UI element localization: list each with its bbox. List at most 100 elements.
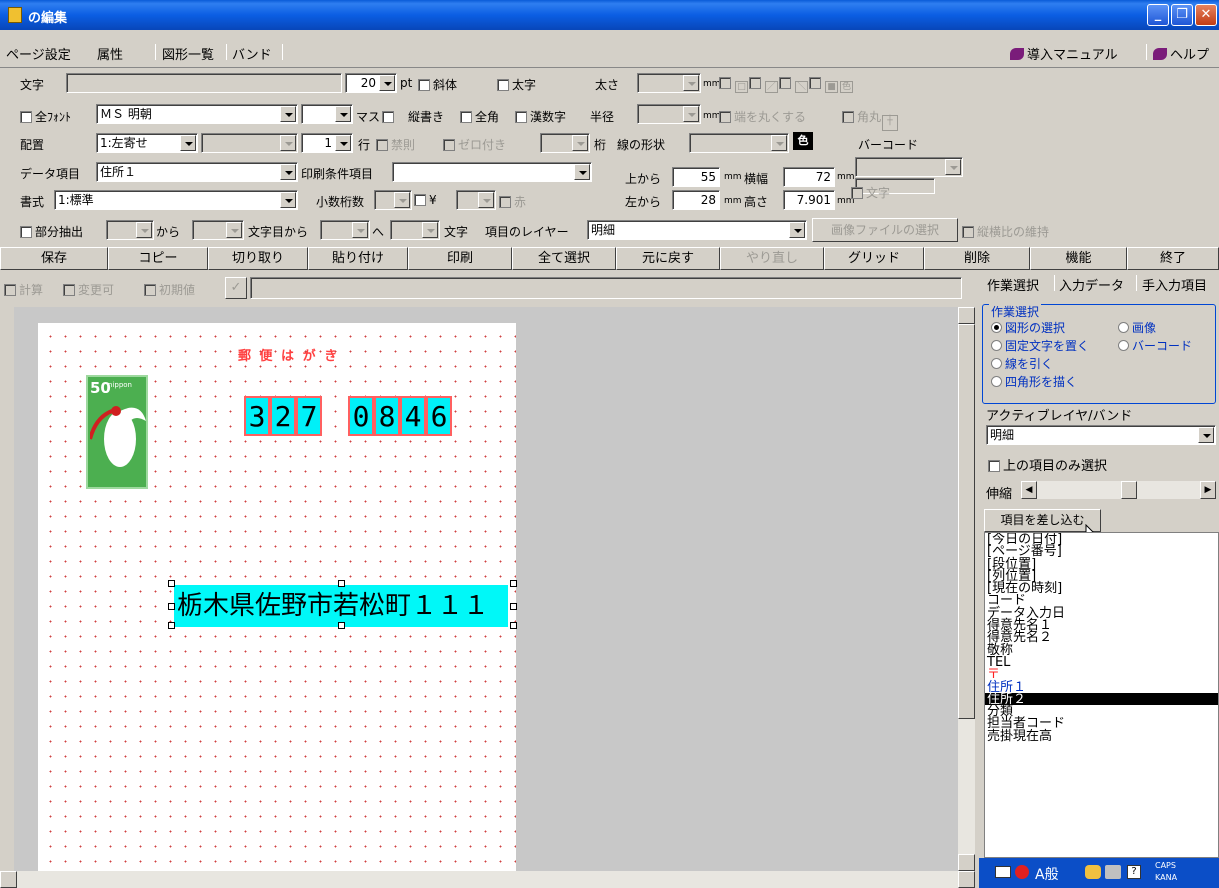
paste-button[interactable]: 貼り付け — [308, 247, 408, 270]
pad-icon[interactable] — [1105, 865, 1121, 879]
list-item[interactable]: TEL — [985, 656, 1218, 669]
align2-select[interactable] — [201, 133, 298, 153]
items-list[interactable]: [今日の日付] [ページ番号] [段位置] [列位置] [現在の時刻] コード … — [984, 532, 1219, 858]
tool-icon[interactable] — [1085, 865, 1101, 879]
top-input[interactable]: 55 — [672, 167, 720, 187]
resize-handle[interactable] — [338, 622, 345, 629]
list-item[interactable]: 得意先名２ — [985, 631, 1218, 644]
resize-handle[interactable] — [168, 622, 175, 629]
tab-input-data[interactable]: 入力データ — [1059, 275, 1124, 294]
left-input[interactable]: 28 — [672, 190, 720, 210]
radio-select-shape[interactable]: 図形の選択 — [991, 319, 1065, 336]
vertical-scrollbar[interactable] — [958, 307, 975, 871]
fullwidth-checkbox[interactable]: 全角 — [460, 108, 499, 125]
save-button[interactable]: 保存 — [0, 247, 108, 270]
formula-input[interactable] — [250, 277, 962, 299]
manual-link[interactable]: 導入マニュアル — [1010, 44, 1118, 63]
help-link[interactable]: ヘルプ — [1153, 44, 1209, 63]
radio-draw-line[interactable]: 線を引く — [991, 355, 1053, 372]
kinsoku-checkbox[interactable]: 禁則 — [376, 136, 415, 153]
scroll-left-icon[interactable] — [0, 871, 17, 888]
changeable-checkbox[interactable]: 変更可 — [63, 281, 114, 298]
list-item[interactable]: 担当者コード — [985, 717, 1218, 730]
horizontal-scrollbar[interactable] — [0, 871, 975, 888]
design-canvas[interactable]: 郵 便 は が き 50 nippon 3 2 7 0 8 4 6 栃木県佐野市… — [14, 307, 958, 871]
list-item[interactable]: [ページ番号] — [985, 545, 1218, 558]
print-cond-select[interactable] — [392, 162, 592, 182]
format-select[interactable]: 1:標準 — [54, 190, 298, 210]
help-icon[interactable]: ? — [1127, 865, 1141, 879]
grid-button[interactable]: グリッド — [824, 247, 924, 270]
resize-handle[interactable] — [168, 603, 175, 610]
tab-manual-items[interactable]: 手入力項目 — [1142, 275, 1207, 294]
stretch-slider[interactable]: ◀ ▶ — [1021, 481, 1216, 499]
check-icon[interactable]: ✓ — [225, 277, 247, 299]
resize-handle[interactable] — [510, 580, 517, 587]
radio-barcode[interactable]: バーコード — [1118, 337, 1192, 354]
color-button[interactable]: 色 — [793, 132, 813, 150]
tab-attributes[interactable]: 属性 — [97, 44, 123, 63]
minimize-button[interactable]: _ — [1147, 4, 1169, 26]
yen-checkbox[interactable]: ¥ — [414, 193, 437, 207]
radio-image[interactable]: 画像 — [1118, 319, 1156, 336]
kakumaru-checkbox[interactable]: 角丸 ┼ — [842, 108, 899, 131]
line-style-buttons[interactable]: □ ／ ＼ ■ 色 — [719, 76, 854, 93]
ime-mode[interactable]: A般 — [1035, 864, 1059, 884]
bold-checkbox[interactable]: 太字 — [497, 76, 536, 93]
red-checkbox[interactable]: 赤 — [499, 193, 526, 210]
list-item-selected[interactable]: 住所２ — [985, 693, 1218, 706]
barcode-select[interactable] — [855, 157, 963, 177]
align-select[interactable]: 1:左寄せ — [96, 133, 198, 153]
resize-handle[interactable] — [510, 622, 517, 629]
kanji-num-checkbox[interactable]: 漢数字 — [515, 108, 566, 125]
insert-item-button[interactable]: 項目を差し込む — [984, 509, 1101, 532]
only-above-checkbox[interactable]: 上の項目のみ選択 — [988, 455, 1107, 474]
cut-button[interactable]: 切り取り — [208, 247, 308, 270]
list-item[interactable]: 敬称 — [985, 644, 1218, 657]
ime-icon[interactable] — [1015, 865, 1029, 879]
partial-from-select[interactable] — [106, 220, 154, 240]
scroll-up-icon[interactable] — [958, 307, 975, 324]
digits-select[interactable] — [540, 133, 590, 153]
list-item[interactable]: 住所１ — [985, 680, 1218, 693]
to-select[interactable] — [320, 220, 370, 240]
round-ends-checkbox[interactable]: 端を丸くする — [719, 108, 806, 125]
function-button[interactable]: 機能 — [1030, 247, 1127, 270]
slider-thumb[interactable] — [1121, 481, 1137, 499]
tab-page-settings[interactable]: ページ設定 — [6, 44, 71, 63]
delete-button[interactable]: 削除 — [924, 247, 1030, 270]
italic-checkbox[interactable]: 斜体 — [418, 76, 457, 93]
keyboard-icon[interactable] — [995, 866, 1011, 878]
image-select-button[interactable]: 画像ファイルの選択 — [812, 218, 958, 242]
tab-band[interactable]: バンド — [232, 44, 272, 63]
height-input[interactable]: 7.901 — [783, 190, 835, 210]
weight-select[interactable] — [637, 73, 701, 93]
barcode-text-checkbox[interactable]: 文字 — [851, 184, 890, 201]
active-layer-select[interactable]: 明細 — [986, 425, 1216, 445]
calc-checkbox[interactable]: 計算 — [4, 281, 43, 298]
radio-fixed-text[interactable]: 固定文字を置く — [991, 337, 1089, 354]
restore-button[interactable]: ❐ — [1171, 4, 1193, 26]
font-extra-select[interactable] — [301, 104, 353, 124]
print-button[interactable]: 印刷 — [408, 247, 512, 270]
list-item[interactable]: 〒 — [985, 668, 1218, 681]
exit-button[interactable]: 終了 — [1127, 247, 1219, 270]
resize-handle[interactable] — [338, 580, 345, 587]
tab-task-select[interactable]: 作業選択 — [987, 275, 1039, 294]
allfont-checkbox[interactable]: 全ﾌｫﾝﾄ — [20, 108, 71, 125]
text-input[interactable] — [66, 73, 342, 93]
initial-checkbox[interactable]: 初期値 — [144, 281, 195, 298]
line-shape-select[interactable] — [689, 133, 789, 153]
layer-select[interactable]: 明細 — [587, 220, 807, 240]
resize-handle[interactable] — [510, 603, 517, 610]
font-select[interactable]: ＭＳ 明朝 — [96, 104, 298, 124]
list-item[interactable]: 売掛現在高 — [985, 730, 1218, 743]
char-from-select[interactable] — [192, 220, 244, 240]
slider-left-icon[interactable]: ◀ — [1021, 481, 1037, 499]
yen-select[interactable] — [456, 190, 496, 210]
copy-button[interactable]: コピー — [108, 247, 208, 270]
lines-select[interactable]: 1 — [301, 133, 353, 153]
to-count-select[interactable] — [390, 220, 440, 240]
list-item[interactable]: コード — [985, 594, 1218, 607]
slider-right-icon[interactable]: ▶ — [1200, 481, 1216, 499]
